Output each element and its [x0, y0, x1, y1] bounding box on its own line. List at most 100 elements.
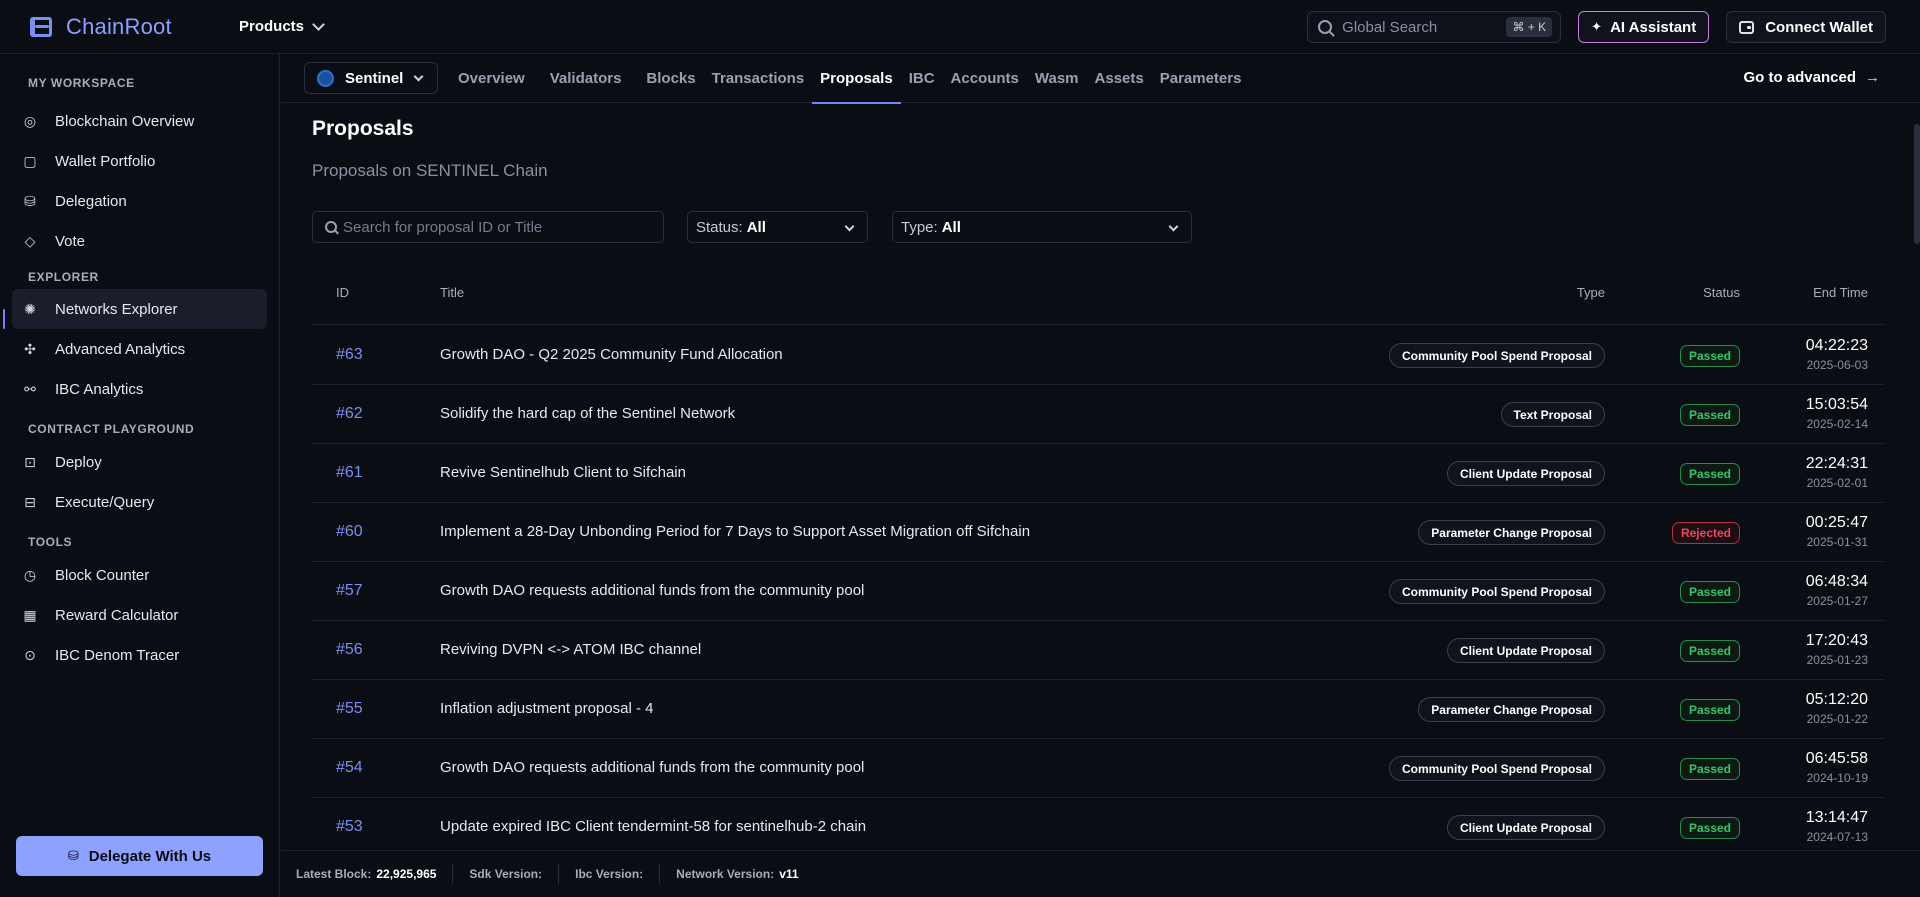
- deploy-icon: ⊡: [24, 453, 36, 470]
- proposal-type-badge: Community Pool Spend Proposal: [1388, 579, 1605, 604]
- tab-blocks[interactable]: Blocks: [638, 54, 703, 103]
- delegation-icon: ⛁: [67, 848, 79, 863]
- sidebar-item-label: Delegation: [55, 192, 127, 210]
- network-icon: ✺: [24, 300, 36, 317]
- go-to-advanced-link[interactable]: Go to advanced →: [1743, 69, 1880, 86]
- clock-icon: ◷: [23, 566, 37, 583]
- end-time: 06:45:58 2024-10-19: [1806, 750, 1868, 785]
- proposal-id-link[interactable]: #56: [336, 641, 363, 659]
- proposal-type-badge: Community Pool Spend Proposal: [1388, 343, 1605, 368]
- global-search-input[interactable]: Global Search ⌘ + K: [1307, 11, 1562, 43]
- proposal-title[interactable]: Reviving DVPN <-> ATOM IBC channel: [440, 641, 701, 658]
- sidebar-item-advanced-analytics[interactable]: ✣ Advanced Analytics: [12, 329, 267, 369]
- search-shortcut: ⌘ + K: [1506, 17, 1553, 37]
- end-time-date: 2025-01-23: [1806, 653, 1868, 667]
- proposal-title[interactable]: Update expired IBC Client tendermint-58 …: [440, 818, 866, 835]
- end-time: 22:24:31 2025-02-01: [1806, 455, 1868, 490]
- table-row[interactable]: #57 Growth DAO requests additional funds …: [312, 562, 1884, 621]
- proposal-title[interactable]: Revive Sentinelhub Client to Sifchain: [440, 464, 686, 481]
- table-row[interactable]: #61 Revive Sentinelhub Client to Sifchain…: [312, 444, 1884, 503]
- table-row[interactable]: #63 Growth DAO - Q2 2025 Community Fund A…: [312, 326, 1884, 385]
- vote-icon: ◇: [24, 232, 36, 249]
- proposal-title[interactable]: Solidify the hard cap of the Sentinel Ne…: [440, 405, 735, 422]
- tab-wasm[interactable]: Wasm: [1027, 54, 1087, 103]
- type-filter-select[interactable]: Type: All: [892, 211, 1192, 243]
- proposal-id-link[interactable]: #57: [336, 582, 363, 600]
- tab-assets[interactable]: Assets: [1087, 54, 1152, 103]
- status-badge: Rejected: [1671, 522, 1740, 544]
- ibc-version-label: Ibc Version:: [575, 867, 644, 881]
- sidebar-item-ibc-denom-tracer[interactable]: ⊙ IBC Denom Tracer: [12, 635, 267, 675]
- proposal-id-link[interactable]: #63: [336, 346, 363, 364]
- proposal-title[interactable]: Growth DAO requests additional funds fro…: [440, 582, 864, 599]
- table-row[interactable]: #53 Update expired IBC Client tendermint-…: [312, 798, 1884, 857]
- tab-parameters[interactable]: Parameters: [1152, 54, 1250, 103]
- chain-selector[interactable]: Sentinel: [304, 62, 438, 94]
- proposal-id-link[interactable]: #53: [336, 818, 363, 836]
- network-version-label: Network Version:: [676, 867, 775, 881]
- table-row[interactable]: #56 Reviving DVPN <-> ATOM IBC channel Cli…: [312, 621, 1884, 680]
- sentinel-logo-icon: [317, 69, 334, 87]
- connect-wallet-button[interactable]: Connect Wallet: [1726, 11, 1886, 43]
- connect-wallet-label: Connect Wallet: [1765, 18, 1873, 36]
- tracer-icon: ⊙: [24, 646, 36, 663]
- tab-accounts[interactable]: Accounts: [943, 54, 1027, 103]
- proposal-title[interactable]: Growth DAO - Q2 2025 Community Fund Allo…: [440, 346, 783, 363]
- delegate-with-us-button[interactable]: ⛁ Delegate With Us: [16, 836, 263, 876]
- sidebar-item-execute-query[interactable]: ⊟ Execute/Query: [12, 482, 267, 522]
- tab-proposals[interactable]: Proposals: [812, 54, 901, 104]
- table-row[interactable]: #55 Inflation adjustment proposal - 4 Para…: [312, 680, 1884, 739]
- sidebar-item-label: Reward Calculator: [55, 606, 179, 624]
- proposal-title[interactable]: Implement a 28-Day Unbonding Period for …: [440, 523, 1030, 540]
- sub-navigation: Sentinel Overview Validators Blocks Tran…: [281, 54, 1920, 104]
- scrollbar[interactable]: [1914, 124, 1920, 244]
- proposal-title[interactable]: Inflation adjustment proposal - 4: [440, 700, 653, 717]
- sidebar-item-networks-explorer[interactable]: ✺ Networks Explorer: [12, 289, 267, 329]
- table-row[interactable]: #62 Solidify the hard cap of the Sentinel…: [312, 385, 1884, 444]
- sidebar-item-block-counter[interactable]: ◷ Block Counter: [12, 555, 267, 595]
- footer-ibc-version: Ibc Version:: [559, 864, 661, 884]
- header-end-time: End Time: [1813, 285, 1868, 300]
- end-time-date: 2024-10-19: [1806, 771, 1868, 785]
- end-time: 06:48:34 2025-01-27: [1806, 573, 1868, 608]
- proposal-type-badge: Client Update Proposal: [1446, 461, 1605, 486]
- table-row[interactable]: #60 Implement a 28-Day Unbonding Period f…: [312, 503, 1884, 562]
- tab-overview[interactable]: Overview: [450, 54, 533, 103]
- table-row[interactable]: #54 Growth DAO requests additional funds …: [312, 739, 1884, 798]
- section-label-workspace: MY WORKSPACE: [28, 76, 135, 90]
- delegate-label: Delegate With Us: [88, 847, 212, 865]
- sidebar-item-label: IBC Analytics: [55, 380, 144, 398]
- sidebar-item-vote[interactable]: ◇ Vote: [12, 221, 267, 261]
- status-footer: Latest Block: 22,925,965 Sdk Version: Ib…: [281, 850, 1920, 897]
- arrow-right-icon: →: [1865, 69, 1880, 86]
- ai-assistant-button[interactable]: ✦ AI Assistant: [1578, 11, 1710, 43]
- sidebar-item-ibc-analytics[interactable]: ⚯ IBC Analytics: [12, 369, 267, 409]
- sidebar-item-blockchain-overview[interactable]: ◎ Blockchain Overview: [12, 101, 267, 141]
- end-time-clock: 04:22:23: [1805, 337, 1868, 354]
- products-menu[interactable]: Products: [239, 18, 325, 35]
- tab-ibc[interactable]: IBC: [901, 54, 943, 103]
- sidebar-item-delegation[interactable]: ⛁ Delegation: [12, 181, 267, 221]
- proposal-id-link[interactable]: #62: [336, 405, 363, 423]
- status-filter-select[interactable]: Status: All: [687, 211, 868, 243]
- end-time-date: 2025-01-27: [1806, 594, 1868, 608]
- end-time: 00:25:47 2025-01-31: [1806, 514, 1868, 549]
- proposal-title[interactable]: Growth DAO requests additional funds fro…: [440, 759, 864, 776]
- tab-validators[interactable]: Validators: [542, 54, 630, 103]
- sidebar-item-label: Blockchain Overview: [55, 112, 195, 130]
- sidebar: MY WORKSPACE ◎ Blockchain Overview ▢ Wal…: [0, 54, 280, 897]
- end-time-date: 2025-06-03: [1806, 358, 1868, 372]
- proposal-id-link[interactable]: #61: [336, 464, 363, 482]
- tab-transactions[interactable]: Transactions: [704, 54, 813, 103]
- proposal-id-link[interactable]: #60: [336, 523, 363, 541]
- chainroot-logo-icon: [30, 16, 52, 37]
- proposal-id-link[interactable]: #55: [336, 700, 363, 718]
- proposal-id-link[interactable]: #54: [336, 759, 363, 777]
- sidebar-item-reward-calculator[interactable]: ▦ Reward Calculator: [12, 595, 267, 635]
- logo[interactable]: ChainRoot: [30, 14, 209, 40]
- sidebar-item-wallet-portfolio[interactable]: ▢ Wallet Portfolio: [12, 141, 267, 181]
- sidebar-item-deploy[interactable]: ⊡ Deploy: [12, 442, 267, 482]
- end-time: 13:14:47 2024-07-13: [1806, 809, 1868, 844]
- footer-latest-block: Latest Block: 22,925,965: [281, 864, 454, 884]
- proposal-search-input[interactable]: Search for proposal ID or Title: [312, 211, 664, 243]
